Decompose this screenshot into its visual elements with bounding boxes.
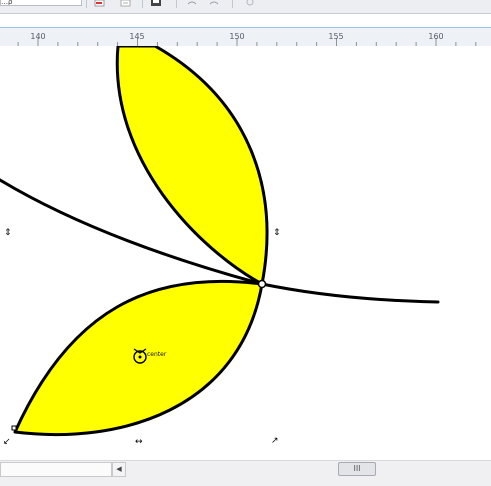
scale-handle-bottom-right[interactable]: ↗ — [271, 437, 279, 446]
ruler-label-160: 160 — [428, 32, 444, 41]
upper-leaf-shape[interactable] — [115, 46, 269, 286]
ruler-label-145: 145 — [129, 32, 145, 41]
scroll-left-arrow[interactable]: ◀ — [112, 462, 126, 477]
scale-handle-bottom-left[interactable]: ↙ — [3, 438, 11, 447]
zoom-icon[interactable] — [244, 0, 256, 7]
pdf-icon[interactable] — [94, 0, 106, 7]
scale-handle-bottom-middle[interactable]: ↔ — [135, 438, 143, 447]
print-icon[interactable] — [150, 0, 162, 7]
junction-node[interactable] — [257, 279, 267, 289]
drawing-canvas[interactable]: center ⇕ ⇕ ↙ ↔ ↗ — [0, 46, 491, 460]
scale-handle-left[interactable]: ⇕ — [4, 229, 12, 238]
toolbar: …ρ — [0, 0, 491, 14]
redo-icon[interactable] — [208, 0, 220, 7]
scale-handle-right[interactable]: ⇕ — [273, 229, 281, 238]
toolbar-separator — [232, 0, 233, 8]
toolbar-separator — [142, 0, 143, 8]
ruler-label-140: 140 — [30, 32, 46, 41]
center-label: center — [147, 351, 167, 358]
toolbar-value-field[interactable]: …ρ — [0, 0, 82, 6]
horizontal-ruler[interactable]: 140 145 150 155 160 — [0, 27, 491, 47]
ruler-label-155: 155 — [328, 32, 344, 41]
ruler-ticks — [17, 38, 477, 46]
ruler-label-150: 150 — [229, 32, 245, 41]
toolbar-separator — [176, 0, 177, 8]
undo-icon[interactable] — [186, 0, 198, 7]
export-icon[interactable] — [120, 0, 132, 7]
leaf-tip-node[interactable] — [11, 425, 17, 431]
lower-leaf-shape[interactable] — [13, 279, 264, 436]
toolbar-separator — [86, 0, 87, 8]
page-navigator-field[interactable] — [0, 462, 112, 477]
horizontal-scroll-thumb[interactable]: III — [338, 462, 376, 476]
